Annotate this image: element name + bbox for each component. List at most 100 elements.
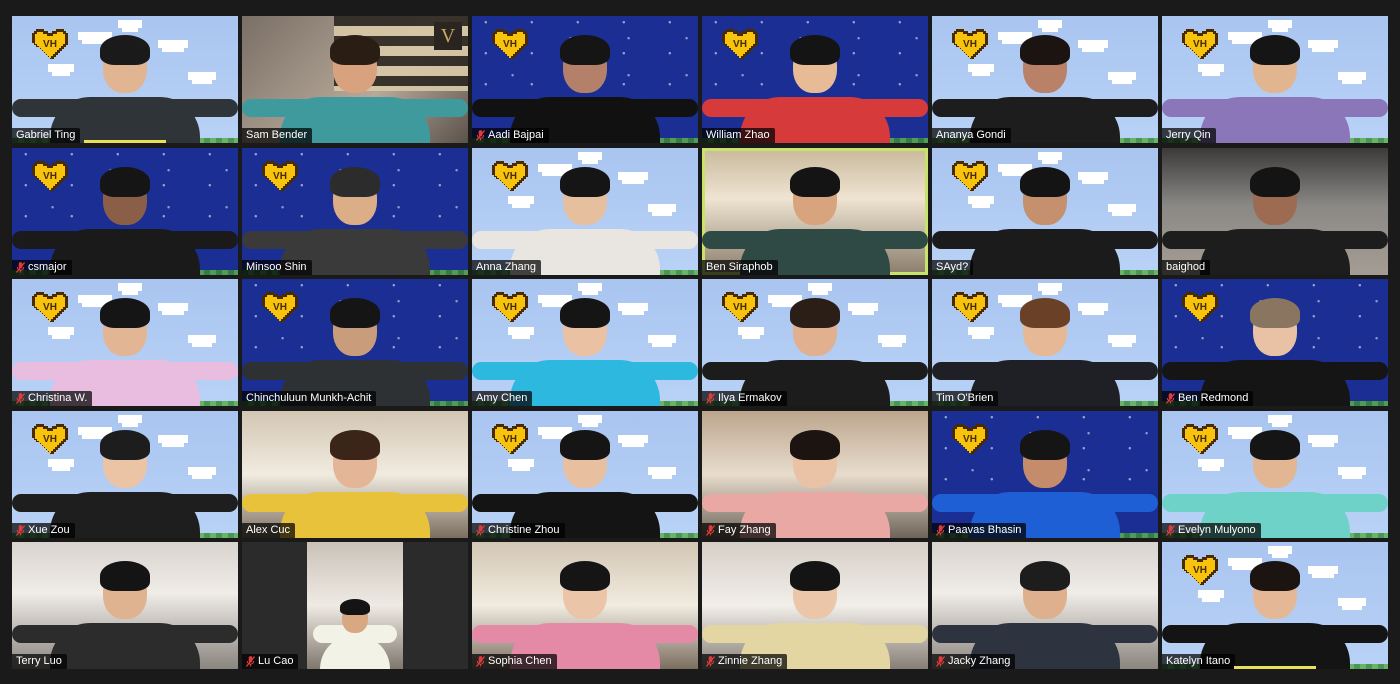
participant-nameplate: Alex Cuc xyxy=(242,522,296,538)
participant-tile[interactable]: VH Christine Zhou xyxy=(472,410,698,538)
participant-video xyxy=(510,428,660,538)
participant-nameplate: Xue Zou xyxy=(12,522,75,538)
participant-nameplate: Terry Luo xyxy=(12,654,67,669)
mic-muted-icon xyxy=(15,393,26,404)
cloud-decoration xyxy=(1342,470,1362,479)
participant-tile[interactable]: V Sam Bender xyxy=(242,16,468,143)
participant-tile[interactable]: Fay Zhang xyxy=(702,410,928,538)
mic-muted-icon xyxy=(935,656,946,667)
participant-tile[interactable]: Ben Siraphob xyxy=(702,147,928,275)
participant-tile[interactable]: VH Minsoo Shin xyxy=(242,147,468,275)
cloud-decoration xyxy=(1042,287,1058,295)
participant-tile[interactable]: Terry Luo xyxy=(12,542,238,669)
svg-text:VH: VH xyxy=(503,171,517,182)
participant-tile[interactable]: VH csmajor xyxy=(12,147,238,275)
participant-video xyxy=(510,33,660,143)
participant-name: Tim O'Brien xyxy=(936,392,994,404)
participant-nameplate: SAyd? xyxy=(932,259,974,275)
participant-tile[interactable]: VH Anna Zhang xyxy=(472,147,698,275)
participant-nameplate: Jerry Qin xyxy=(1162,128,1216,143)
participant-name: Ben Redmond xyxy=(1178,392,1249,404)
hair xyxy=(790,298,840,328)
cloud-decoration xyxy=(652,339,672,347)
vh-heart-icon: VH xyxy=(31,27,69,61)
participant-tile[interactable]: VH Christina W. xyxy=(12,279,238,406)
svg-text:VH: VH xyxy=(503,302,517,313)
mic-muted-icon xyxy=(475,656,486,667)
participant-name: Fay Zhang xyxy=(718,523,771,536)
participant-tile[interactable]: VH Jerry Qin xyxy=(1162,16,1388,143)
hair xyxy=(560,429,610,460)
participant-tile[interactable]: VH Amy Chen xyxy=(472,279,698,406)
vh-heart-icon: VH xyxy=(491,290,529,324)
cloud-decoration xyxy=(582,155,598,164)
participant-tile[interactable]: VH Xue Zou xyxy=(12,410,238,538)
svg-text:VH: VH xyxy=(503,39,517,50)
participant-tile[interactable]: Alex Cuc xyxy=(242,410,468,538)
vh-heart-icon: VH xyxy=(491,159,529,193)
vh-heart-icon: VH xyxy=(261,290,299,324)
participant-tile[interactable]: VH SAyd? xyxy=(932,147,1158,275)
torso xyxy=(1200,228,1350,275)
participant-tile[interactable]: Sophia Chen xyxy=(472,542,698,669)
mic-muted-icon xyxy=(475,524,486,536)
hair xyxy=(1250,35,1300,65)
participant-tile[interactable]: VH Ben Redmond xyxy=(1162,279,1388,406)
cloud-decoration xyxy=(882,339,902,347)
participant-tile[interactable]: VH Ilya Ermakov xyxy=(702,279,928,406)
participant-tile[interactable]: VH Ananya Gondi xyxy=(932,16,1158,143)
participant-name: Gabriel Ting xyxy=(16,129,76,141)
cloud-decoration xyxy=(1342,76,1362,84)
vh-heart-icon: VH xyxy=(1181,422,1219,456)
participant-tile[interactable]: VH Gabriel Ting xyxy=(12,16,238,143)
participant-nameplate: Ben Siraphob xyxy=(702,259,778,275)
participant-name: Ben Siraphob xyxy=(706,260,773,273)
participant-video xyxy=(280,165,430,275)
cloud-decoration xyxy=(122,24,138,32)
cloud-decoration xyxy=(1112,76,1132,84)
vh-heart-icon: VH xyxy=(951,159,989,193)
vh-heart-icon: VH xyxy=(1181,553,1219,587)
vh-heart-icon: VH xyxy=(1181,27,1219,61)
participant-video xyxy=(510,165,660,275)
participant-nameplate: Minsoo Shin xyxy=(242,259,312,275)
participant-video xyxy=(280,33,430,143)
participant-nameplate: Zinnie Zhang xyxy=(702,654,788,669)
participant-tile[interactable]: VH Katelyn Itano xyxy=(1162,542,1388,669)
svg-text:VH: VH xyxy=(43,171,57,182)
participant-tile[interactable]: VH William Zhao xyxy=(702,16,928,143)
participant-nameplate: Ilya Ermakov xyxy=(702,391,787,406)
participant-tile[interactable]: Zinnie Zhang xyxy=(702,542,928,669)
participant-tile[interactable]: Jacky Zhang xyxy=(932,542,1158,669)
cloud-decoration xyxy=(1272,550,1288,558)
svg-text:VH: VH xyxy=(43,302,57,313)
participant-tile[interactable]: VH Paavas Bhasin xyxy=(932,410,1158,538)
torso xyxy=(50,228,200,275)
hair xyxy=(790,35,840,65)
participant-video xyxy=(740,33,890,143)
participant-name: Ananya Gondi xyxy=(936,129,1006,141)
svg-text:VH: VH xyxy=(503,434,517,445)
participant-video xyxy=(970,559,1120,669)
svg-text:VH: VH xyxy=(43,39,57,50)
hair xyxy=(100,35,150,65)
participant-nameplate: Chinchuluun Munkh-Achit xyxy=(242,391,377,406)
cloud-decoration xyxy=(1272,24,1288,32)
participant-tile[interactable]: VH Aadi Bajpai xyxy=(472,16,698,143)
hair xyxy=(1020,561,1070,591)
torso xyxy=(970,228,1120,275)
mic-muted-icon xyxy=(705,656,716,667)
participant-tile[interactable]: Lu Cao xyxy=(242,542,468,669)
participant-tile[interactable]: VH Chinchuluun Munkh-Achit xyxy=(242,279,468,406)
participant-tile[interactable]: baighod xyxy=(1162,147,1388,275)
participant-tile[interactable]: VH Tim O'Brien xyxy=(932,279,1158,406)
svg-text:VH: VH xyxy=(1193,434,1207,445)
participant-tile[interactable]: VH Evelyn Mulyono xyxy=(1162,410,1388,538)
participant-name: Paavas Bhasin xyxy=(948,523,1022,536)
torso xyxy=(510,360,660,406)
vanderbilt-v-icon: V xyxy=(434,22,462,50)
torso xyxy=(50,623,200,669)
hair xyxy=(1250,429,1300,460)
participant-video xyxy=(510,559,660,669)
hair xyxy=(560,35,610,65)
